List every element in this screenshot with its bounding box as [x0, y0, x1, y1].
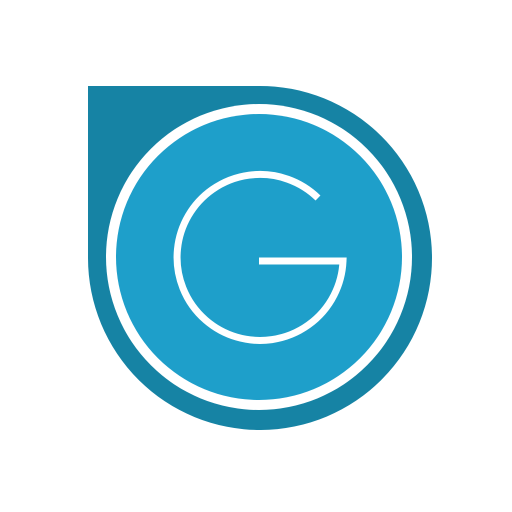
logo-inner-circle: [116, 114, 402, 400]
app-icon-canvas: [0, 0, 512, 512]
g-letter-drop-logo-icon: [88, 85, 432, 430]
